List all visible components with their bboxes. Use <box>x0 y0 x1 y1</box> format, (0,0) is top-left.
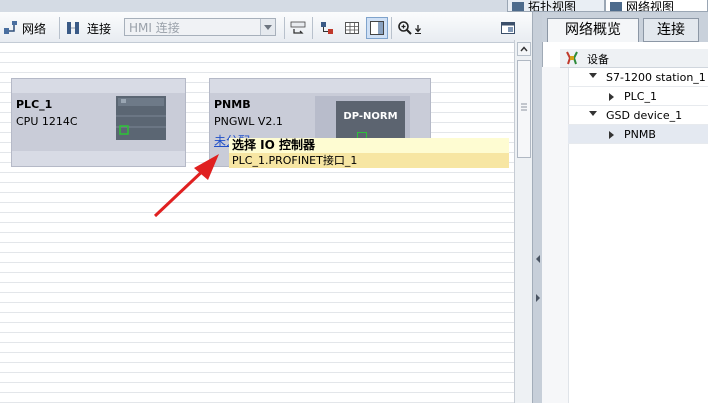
device-name: PNMB <box>214 98 251 111</box>
device-type: PNGWL V2.1 <box>214 115 283 128</box>
tab-topology-view[interactable]: 拓扑视图 <box>507 0 605 12</box>
chevron-down-icon[interactable] <box>260 19 275 35</box>
tree-row-label: PLC_1 <box>624 90 657 103</box>
device-header-strip <box>210 79 430 93</box>
io-controller-option[interactable]: PLC_1.PROFINET接口_1 <box>229 153 509 168</box>
tab-connections[interactable]: 连接 <box>643 18 699 42</box>
toolbar-separator <box>312 17 313 39</box>
collapse-left-icon[interactable] <box>535 255 541 263</box>
toolbar-separator <box>391 17 392 39</box>
device-type: CPU 1214C <box>16 115 78 128</box>
grip-icon <box>521 103 527 111</box>
connection-icon <box>67 22 79 34</box>
popup-title: 选择 IO 控制器 <box>229 138 509 153</box>
address-overview-button[interactable] <box>319 17 335 39</box>
name-tag-icon <box>290 21 306 34</box>
table-view-button[interactable] <box>344 17 360 39</box>
dp-norm-module[interactable]: DP-NORM <box>336 101 405 143</box>
tree-row-label: PNMB <box>624 128 656 141</box>
network-canvas[interactable]: PLC_1 CPU 1214C PNMB PNGWL V2.1 DP-NORM … <box>0 43 514 403</box>
cpu-module-icon <box>116 96 166 140</box>
devices-column-header: 设备 <box>587 53 609 66</box>
canvas-vertical-scrollbar[interactable] <box>514 40 533 403</box>
network-icon <box>4 21 17 34</box>
tree-row-gsd-device[interactable]: GSD device_1 <box>568 106 708 125</box>
panel-toggle-button[interactable] <box>366 17 388 39</box>
tab-network-label: 网络视图 <box>626 0 675 12</box>
collapse-icon[interactable] <box>609 93 618 101</box>
connection-mode-button[interactable]: 连接 <box>65 17 111 39</box>
zoom-icon <box>398 21 412 35</box>
network-mode-button[interactable]: 网络 <box>3 17 46 39</box>
network-mode-label: 网络 <box>22 21 47 36</box>
show-names-button[interactable] <box>290 17 306 39</box>
collapse-right-icon[interactable] <box>535 294 541 302</box>
tab-network-overview[interactable]: 网络概览 <box>547 18 639 42</box>
toolbar-separator <box>59 17 60 39</box>
collapse-icon[interactable] <box>609 131 618 139</box>
grid-icon <box>345 22 359 34</box>
scroll-thumb[interactable] <box>517 60 531 158</box>
io-controller-popup: 选择 IO 控制器 PLC_1.PROFINET接口_1 <box>229 138 509 168</box>
device-header-strip <box>12 79 185 93</box>
device-name: PLC_1 <box>16 98 53 111</box>
zoom-button[interactable] <box>397 17 422 39</box>
tree-row-pnmb[interactable]: PNMB <box>568 125 708 144</box>
topology-icon <box>512 2 524 11</box>
network-overview-icon <box>321 22 333 34</box>
connection-type-select[interactable]: HMI 连接 <box>124 18 276 36</box>
network-view-icon <box>610 2 622 11</box>
tree-row-label: GSD device_1 <box>606 109 683 122</box>
toolbar-separator <box>284 17 285 39</box>
tab-network-view[interactable]: 网络视图 <box>605 0 708 12</box>
overview-table-header: 设备 <box>560 49 708 68</box>
pointer-arrow-icon <box>153 154 219 218</box>
module-label: DP-NORM <box>343 111 398 122</box>
tree-row-label: S7-1200 station_1 <box>606 71 706 84</box>
zoom-dropdown-icon[interactable] <box>414 20 422 36</box>
devices-column-icon <box>566 51 578 65</box>
scroll-up-button[interactable] <box>517 42 531 56</box>
tab-topology-label: 拓扑视图 <box>528 0 577 12</box>
tree-row-s7-1200-station[interactable]: S7-1200 station_1 <box>568 68 708 87</box>
tab-connections-label: 连接 <box>657 22 685 38</box>
connection-type-value: HMI 连接 <box>129 21 180 35</box>
tree-row-plc-1[interactable]: PLC_1 <box>568 87 708 106</box>
expand-icon[interactable] <box>589 73 597 82</box>
tab-network-overview-label: 网络概览 <box>565 22 621 38</box>
properties-panel-button[interactable] <box>500 17 516 39</box>
row-header-column <box>542 67 569 403</box>
window-icon <box>501 22 515 34</box>
chevron-up-icon <box>520 46 528 52</box>
expand-icon[interactable] <box>589 111 597 120</box>
connection-mode-label: 连接 <box>87 21 112 36</box>
panel-layout-icon <box>370 21 384 35</box>
